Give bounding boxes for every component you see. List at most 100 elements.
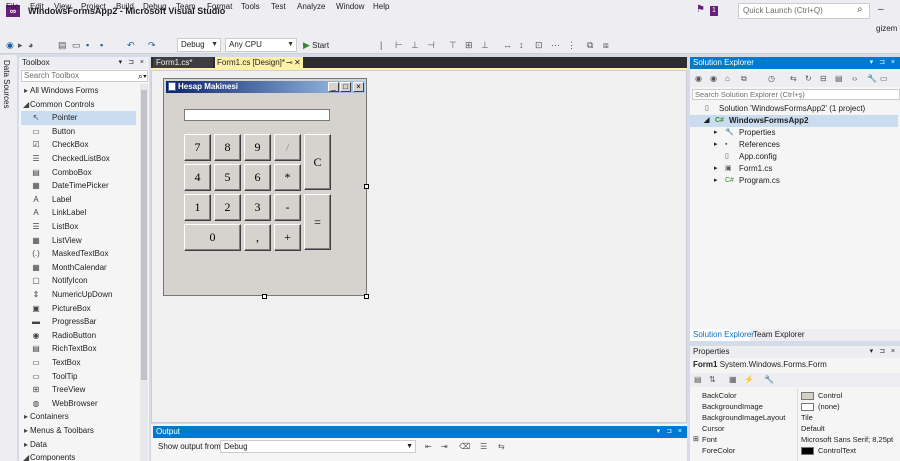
open-file-icon[interactable]: ▭ [72, 39, 81, 51]
pane-controls-icon[interactable]: ▾ ⊐ × [657, 426, 684, 438]
toolbox-item[interactable]: (.) MaskedTextBox [21, 247, 136, 261]
toggle-wrap-icon[interactable]: ⇆ [498, 441, 505, 453]
property-value[interactable]: Control [818, 390, 842, 401]
data-sources-tab[interactable]: Data Sources [2, 60, 11, 108]
calc-key-3[interactable]: / [274, 134, 301, 161]
horizontal-spacing-icon[interactable]: ⋯ [551, 39, 560, 51]
resize-handle[interactable] [364, 294, 369, 299]
properties-view-icon[interactable]: ▦ [729, 374, 737, 386]
menu-build[interactable]: Build [116, 1, 134, 13]
save-icon[interactable]: ▪ [86, 39, 89, 51]
toolbox-item[interactable]: A LinkLabel [21, 206, 136, 220]
expand-arrow-icon[interactable]: ▸ [714, 163, 718, 175]
find-message-icon[interactable]: ⇤ [425, 441, 432, 453]
search-icon[interactable]: ⌕▾ [138, 70, 147, 82]
toolbox-category[interactable]: ▸ Menus & Toolbars [21, 424, 136, 438]
make-same-width-icon[interactable]: ↔ [503, 39, 512, 51]
menu-tools[interactable]: Tools [241, 1, 260, 13]
navigate-forward-icon[interactable]: ▸ [18, 39, 23, 51]
property-value[interactable]: ControlText [818, 445, 856, 456]
user-name[interactable]: gizem ta [876, 23, 900, 35]
calc-key-6[interactable]: 5 [214, 164, 241, 191]
toolbox-item[interactable]: ☑ CheckBox [21, 138, 136, 152]
output-source-select[interactable]: Debug ▼ [220, 440, 416, 453]
toolbox-item[interactable]: ⇕ NumericUpDown [21, 288, 136, 302]
pane-controls-icon[interactable]: ▾ ⊐ × [870, 57, 897, 69]
toolbox-category[interactable]: ◢ Components [21, 451, 136, 461]
toolbox-category[interactable]: ▸ All Windows Forms [21, 84, 136, 98]
toolbox-item[interactable]: ▢ NotifyIcon [21, 274, 136, 288]
feedback-flag-icon[interactable]: ⚑ [696, 4, 705, 16]
calc-key-12[interactable]: - [274, 194, 301, 221]
toolbox-item[interactable]: ◉ RadioButton [21, 329, 136, 343]
clear-all-icon[interactable]: ⌫ [459, 441, 470, 453]
solution-tree-item[interactable]: ▸ ▣ Form1.cs [690, 163, 898, 175]
next-message-icon[interactable]: ⇥ [441, 441, 448, 453]
scrollbar-thumb[interactable] [141, 90, 147, 380]
resize-handle[interactable] [364, 184, 369, 189]
menu-analyze[interactable]: Analyze [297, 1, 325, 13]
menu-help[interactable]: Help [373, 1, 389, 13]
toolbox-item[interactable]: ▤ ComboBox [21, 166, 136, 180]
toolbox-category[interactable]: ◢ Common Controls [21, 98, 136, 112]
form-maximize-button[interactable]: □ [340, 82, 351, 92]
solution-platform-select[interactable]: Any CPU ▼ [225, 38, 297, 52]
expand-arrow-icon[interactable]: ▸ [714, 127, 718, 139]
word-wrap-icon[interactable]: ☰ [480, 441, 487, 453]
calc-key-7[interactable]: 6 [244, 164, 271, 191]
switch-views-icon[interactable]: ⧉ [741, 73, 747, 85]
show-all-files-icon[interactable]: ▤ [835, 73, 843, 85]
align-middles-icon[interactable]: ⊞ [465, 39, 473, 51]
home-icon[interactable]: ⌂ [725, 73, 730, 85]
toolbox-item[interactable]: ☰ ListBox [21, 220, 136, 234]
solution-tree-item[interactable]: ▸ 🔧 Properties [690, 127, 898, 139]
property-value[interactable]: Microsoft Sans Serif; 8,25pt [801, 434, 893, 445]
calculator-display-textbox[interactable] [184, 109, 330, 121]
calc-key-2[interactable]: 9 [244, 134, 271, 161]
toolbox-item[interactable]: ◍ WebBrowser [21, 397, 136, 411]
make-same-size-icon[interactable]: ⊡ [535, 39, 543, 51]
forward-icon[interactable]: ◕ [28, 39, 33, 51]
send-to-back-icon[interactable]: ⧈ [603, 39, 609, 51]
calc-key-5[interactable]: 4 [184, 164, 211, 191]
tab-team-explorer[interactable]: Team Explorer [753, 329, 805, 341]
bring-to-front-icon[interactable]: ⧉ [587, 39, 593, 51]
toolbox-category[interactable]: ▸ Containers [21, 410, 136, 424]
toolbox-item[interactable]: ↖ Pointer [21, 111, 136, 125]
property-row[interactable]: BackgroundImageLayout Tile [690, 412, 900, 423]
navigate-back-icon[interactable]: ◉ [6, 39, 14, 51]
refresh-icon[interactable]: ↻ [805, 73, 812, 85]
align-rights-icon[interactable]: ⊣ [427, 39, 435, 51]
property-row[interactable]: BackColor Control [690, 390, 900, 401]
properties-icon[interactable]: 🔧 [867, 73, 877, 85]
calc-key-0[interactable]: 7 [184, 134, 211, 161]
toolbox-item[interactable]: A Label [21, 193, 136, 207]
vertical-spacing-icon[interactable]: ⋮ [567, 39, 576, 51]
save-all-icon[interactable]: ▪ [100, 39, 103, 51]
menu-test[interactable]: Test [271, 1, 286, 13]
pane-controls-icon[interactable]: ▾ ⊐ × [870, 346, 897, 358]
form-minimize-button[interactable]: _ [328, 82, 339, 92]
back-icon[interactable]: ◉ [695, 73, 702, 85]
property-row[interactable]: BackgroundImage (none) [690, 401, 900, 412]
menu-view[interactable]: View [54, 1, 71, 13]
calc-key-14[interactable]: 0 [184, 224, 241, 251]
undo-icon[interactable]: ↶ [127, 39, 135, 51]
toolbox-item[interactable]: ▭ ToolTip [21, 370, 136, 384]
calc-key-11[interactable]: 3 [244, 194, 271, 221]
menu-team[interactable]: Team [176, 1, 196, 13]
toolbox-item[interactable]: ☰ CheckedListBox [21, 152, 136, 166]
preview-icon[interactable]: ▭ [880, 73, 888, 85]
calc-key-1[interactable]: 8 [214, 134, 241, 161]
property-value[interactable]: Default [801, 423, 825, 434]
form-close-button[interactable]: × [353, 82, 364, 92]
align-bottoms-icon[interactable]: ⊥ [481, 39, 489, 51]
start-button[interactable]: ▶ Start [303, 38, 329, 53]
solution-explorer-search-input[interactable]: Search Solution Explorer (Ctrl+ş) [692, 89, 900, 100]
align-tops-icon[interactable]: ⊤ [449, 39, 457, 51]
solution-tree-item[interactable]: ▯ App.config [690, 151, 898, 163]
quick-launch-input[interactable]: Quick Launch (Ctrl+Q) [738, 3, 870, 19]
property-row[interactable]: ⊞ Font Microsoft Sans Serif; 8,25pt [690, 434, 900, 445]
calc-key-4[interactable]: C [304, 134, 331, 190]
new-project-icon[interactable]: ▤ [58, 39, 67, 51]
